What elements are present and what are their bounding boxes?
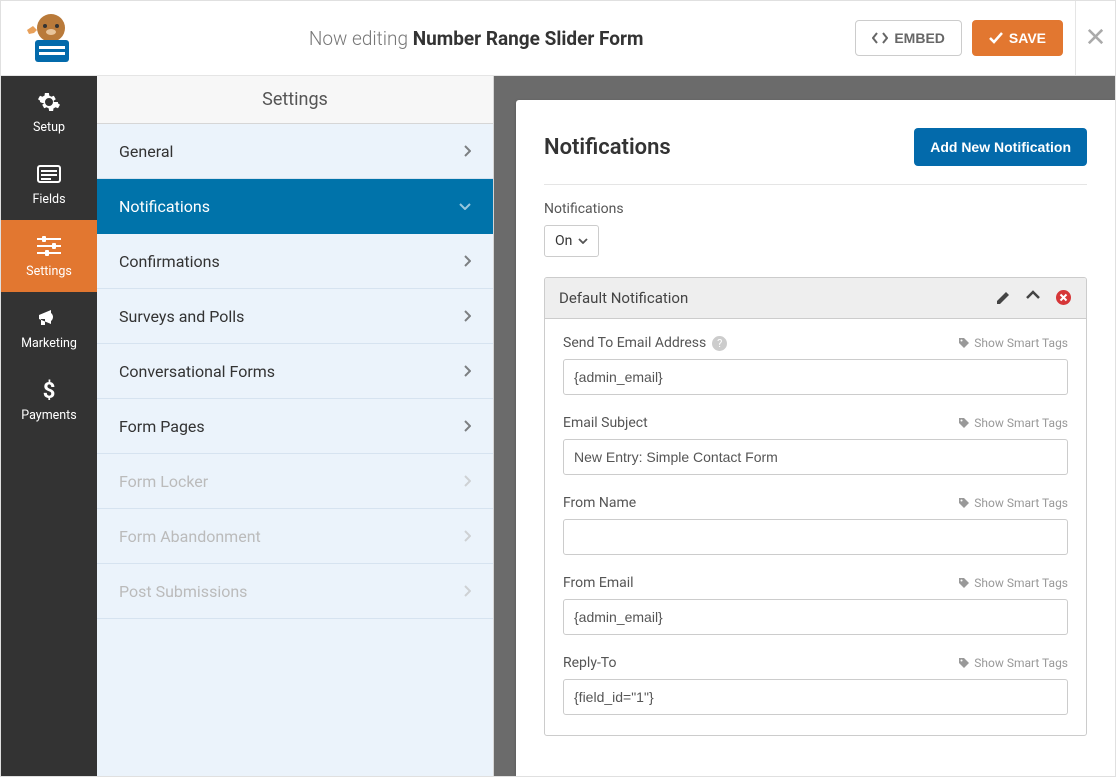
list-icon (37, 162, 61, 186)
menu-label: General (119, 142, 173, 161)
gear-icon (37, 90, 61, 114)
check-icon (989, 32, 1003, 44)
chevron-right-icon (464, 255, 471, 267)
smart-tags-link[interactable]: Show Smart Tags (958, 336, 1068, 350)
menu-item-notifications[interactable]: Notifications (97, 179, 493, 234)
send-to-label: Send To Email Address ? (563, 335, 727, 351)
menu-item-post-submissions[interactable]: Post Submissions (97, 564, 493, 619)
header-actions: EMBED SAVE (855, 20, 1075, 56)
row-from-name: From Name Show Smart Tags (563, 495, 1068, 555)
menu-item-form-pages[interactable]: Form Pages (97, 399, 493, 454)
menu-item-conversational-forms[interactable]: Conversational Forms (97, 344, 493, 399)
tag-icon (958, 337, 970, 349)
app-header: Now editing Number Range Slider Form EMB… (1, 1, 1115, 76)
row-subject: Email Subject Show Smart Tags (563, 415, 1068, 475)
embed-button[interactable]: EMBED (855, 20, 962, 56)
bullhorn-icon (37, 306, 61, 330)
help-icon[interactable]: ? (712, 336, 727, 351)
editing-prefix: Now editing (309, 27, 413, 50)
menu-label: Confirmations (119, 252, 220, 271)
svg-text:$: $ (43, 379, 56, 402)
chevron-right-icon (464, 475, 471, 487)
notifications-toggle-label: Notifications (544, 201, 1087, 217)
menu-item-confirmations[interactable]: Confirmations (97, 234, 493, 289)
chevron-right-icon (464, 585, 471, 597)
settings-heading: Settings (97, 76, 493, 124)
chevron-down-icon (459, 203, 471, 210)
menu-item-form-locker[interactable]: Form Locker (97, 454, 493, 509)
code-icon (872, 31, 888, 45)
tag-icon (958, 657, 970, 669)
chevron-up-icon[interactable] (1026, 290, 1042, 306)
from-name-label: From Name (563, 495, 636, 511)
menu-label: Notifications (119, 197, 210, 216)
chevron-right-icon (464, 310, 471, 322)
smart-tags-link[interactable]: Show Smart Tags (958, 656, 1068, 670)
rail-payments[interactable]: $ Payments (1, 364, 97, 436)
notification-card: Default Notification Send To Email Addre… (544, 277, 1087, 736)
chevron-right-icon (464, 145, 471, 157)
chevron-down-icon (578, 238, 588, 244)
card-actions (996, 290, 1072, 306)
from-email-label: From Email (563, 575, 634, 591)
rail-settings[interactable]: Settings (1, 220, 97, 292)
card-title: Default Notification (559, 289, 688, 307)
chevron-right-icon (464, 365, 471, 377)
logo-image (21, 10, 77, 66)
content-area: Notifications Add New Notification Notif… (494, 76, 1115, 776)
from-email-input[interactable] (563, 599, 1068, 635)
dollar-icon: $ (37, 378, 61, 402)
editing-title: Now editing Number Range Slider Form (97, 27, 855, 50)
from-name-input[interactable] (563, 519, 1068, 555)
send-to-input[interactable] (563, 359, 1068, 395)
toggle-value: On (555, 233, 572, 249)
reply-to-label: Reply-To (563, 655, 616, 671)
chevron-right-icon (464, 420, 471, 432)
menu-label: Conversational Forms (119, 362, 275, 381)
row-send-to: Send To Email Address ? Show Smart Tags (563, 335, 1068, 395)
panel-header: Notifications Add New Notification (544, 128, 1087, 185)
sliders-icon (37, 234, 61, 258)
subject-input[interactable] (563, 439, 1068, 475)
subject-label: Email Subject (563, 415, 648, 431)
menu-label: Form Abandonment (119, 527, 261, 546)
menu-label: Form Locker (119, 472, 208, 491)
row-from-email: From Email Show Smart Tags (563, 575, 1068, 635)
rail-setup[interactable]: Setup (1, 76, 97, 148)
tag-icon (958, 417, 970, 429)
edit-icon[interactable] (996, 290, 1012, 306)
smart-tags-link[interactable]: Show Smart Tags (958, 496, 1068, 510)
menu-item-general[interactable]: General (97, 124, 493, 179)
close-icon: ✕ (1085, 23, 1107, 53)
notifications-panel: Notifications Add New Notification Notif… (516, 100, 1115, 776)
smart-tags-link[interactable]: Show Smart Tags (958, 576, 1068, 590)
form-name: Number Range Slider Form (413, 27, 644, 50)
notifications-toggle-select[interactable]: On (544, 225, 599, 257)
menu-item-surveys-and-polls[interactable]: Surveys and Polls (97, 289, 493, 344)
menu-label: Surveys and Polls (119, 307, 244, 326)
menu-label: Form Pages (119, 417, 205, 436)
chevron-right-icon (464, 530, 471, 542)
reply-to-input[interactable] (563, 679, 1068, 715)
card-header: Default Notification (545, 278, 1086, 319)
rail-fields[interactable]: Fields (1, 148, 97, 220)
panel-title: Notifications (544, 135, 671, 160)
smart-tags-link[interactable]: Show Smart Tags (958, 416, 1068, 430)
tag-icon (958, 497, 970, 509)
tag-icon (958, 577, 970, 589)
rail-marketing[interactable]: Marketing (1, 292, 97, 364)
add-notification-button[interactable]: Add New Notification (914, 128, 1087, 166)
close-button[interactable]: ✕ (1075, 1, 1115, 76)
app-logo (1, 10, 97, 66)
settings-sidebar: Settings General Notifications Confirmatio… (97, 76, 494, 776)
menu-item-form-abandonment[interactable]: Form Abandonment (97, 509, 493, 564)
delete-icon[interactable] (1056, 290, 1072, 306)
save-button[interactable]: SAVE (972, 20, 1063, 56)
menu-label: Post Submissions (119, 582, 247, 601)
left-rail: Setup Fields Settings Marketing $ Paymen… (1, 76, 97, 776)
row-reply-to: Reply-To Show Smart Tags (563, 655, 1068, 715)
card-body: Send To Email Address ? Show Smart Tags (545, 319, 1086, 715)
